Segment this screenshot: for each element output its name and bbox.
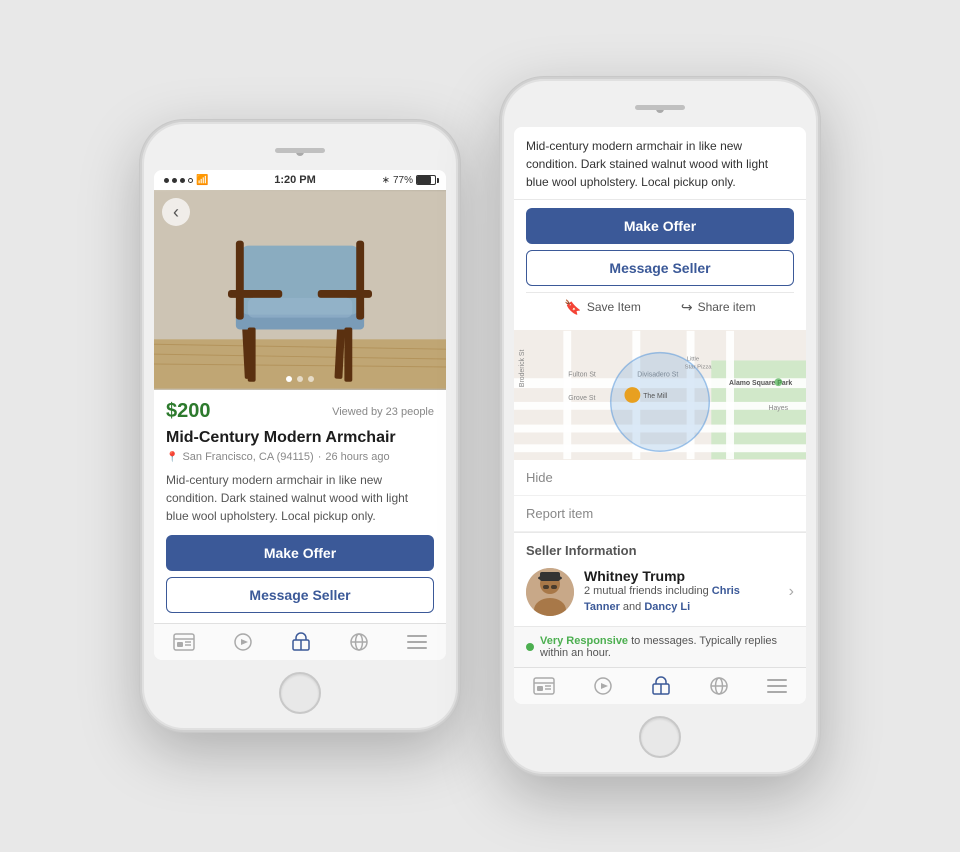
phone-1: 📶 1:20 PM ∗ 77% ‹	[140, 120, 460, 732]
home-button-1[interactable]	[279, 672, 321, 714]
screen-2: Mid-century modern armchair in like new …	[514, 127, 806, 704]
report-button[interactable]: Report item	[514, 496, 806, 532]
share-icon: ↪	[681, 299, 693, 316]
separator: ·	[318, 451, 322, 463]
signal-dot	[172, 178, 177, 183]
detail-actions: Make Offer Message Seller 🔖 Save Item ↪ …	[514, 200, 806, 330]
scene: 📶 1:20 PM ∗ 77% ‹	[120, 57, 840, 796]
nav-globe-1[interactable]	[349, 632, 369, 652]
product-info: $200 Viewed by 23 people Mid-Century Mod…	[154, 390, 446, 623]
product-price: $200	[166, 400, 211, 423]
wifi-icon: 📶	[196, 175, 208, 186]
svg-text:Grove St: Grove St	[568, 394, 595, 401]
save-item-button[interactable]: 🔖 Save Item	[564, 299, 640, 316]
detail-desc-text: Mid-century modern armchair in like new …	[526, 139, 768, 189]
svg-text:Fulton St: Fulton St	[568, 371, 596, 378]
phone-bottom-1	[154, 672, 446, 714]
product-meta: 📍 San Francisco, CA (94115) · 26 hours a…	[166, 451, 434, 463]
green-dot-icon	[526, 643, 534, 651]
battery-fill	[417, 176, 431, 184]
image-dots	[286, 376, 314, 382]
nav-marketplace-1[interactable]	[291, 632, 311, 652]
speaker-2	[635, 105, 685, 110]
product-time: 26 hours ago	[325, 451, 389, 463]
bottom-nav-2	[514, 667, 806, 704]
status-time-1: 1:20 PM	[274, 174, 316, 186]
responsive-label: Very Responsive	[540, 635, 628, 647]
bottom-nav-1	[154, 623, 446, 660]
svg-text:Alamo Square Park: Alamo Square Park	[729, 380, 792, 387]
seller-info: Whitney Trump 2 mutual friends including…	[584, 568, 779, 615]
chair-illustration	[154, 190, 446, 390]
seller-mutual: 2 mutual friends including Chris Tanner …	[584, 584, 779, 615]
chevron-right-icon: ›	[789, 583, 794, 601]
seller-card[interactable]: Whitney Trump 2 mutual friends including…	[526, 568, 794, 616]
nav-globe-2[interactable]	[709, 676, 729, 696]
nav-video-2[interactable]	[593, 677, 613, 695]
phone-top-1	[154, 138, 446, 166]
signal-area: 📶	[164, 175, 208, 186]
message-seller-button-1[interactable]: Message Seller	[166, 577, 434, 613]
dot-3	[308, 376, 314, 382]
bluetooth-icon: ∗	[382, 175, 390, 186]
nav-menu-2[interactable]	[767, 678, 787, 694]
hide-report-section: Hide Report item	[514, 460, 806, 533]
nav-news-2[interactable]	[533, 677, 555, 695]
bookmark-icon: 🔖	[564, 299, 581, 316]
mutual-friend-2: Dancy Li	[644, 601, 690, 613]
responsive-badge: Very Responsive to messages. Typically r…	[514, 626, 806, 667]
dot-2	[297, 376, 303, 382]
svg-text:Little: Little	[687, 356, 700, 362]
back-button[interactable]: ‹	[162, 198, 190, 226]
battery-area-1: ∗ 77%	[382, 175, 436, 186]
dot-1	[286, 376, 292, 382]
svg-text:The Mill: The Mill	[643, 392, 668, 399]
map-container[interactable]: Fulton St Grove St Broderick St Divisade…	[514, 330, 806, 460]
phone-bottom-2	[514, 716, 806, 758]
seller-avatar	[526, 568, 574, 616]
nav-marketplace-2[interactable]	[651, 676, 671, 696]
speaker-1	[275, 148, 325, 153]
signal-dot	[164, 178, 169, 183]
save-label: Save Item	[587, 300, 641, 314]
svg-text:Broderick St: Broderick St	[519, 349, 526, 387]
seller-name: Whitney Trump	[584, 568, 779, 584]
signal-dot	[180, 178, 185, 183]
product-title: Mid-Century Modern Armchair	[166, 429, 434, 447]
nav-news-1[interactable]	[173, 633, 195, 651]
seller-section: Seller Information	[514, 533, 806, 626]
svg-text:Star Pizza: Star Pizza	[685, 364, 713, 370]
make-offer-button-2[interactable]: Make Offer	[526, 208, 794, 244]
hide-button[interactable]: Hide	[514, 460, 806, 496]
product-location: San Francisco, CA (94115)	[182, 451, 313, 463]
signal-dot	[188, 178, 193, 183]
save-share-row: 🔖 Save Item ↪ Share item	[526, 292, 794, 322]
share-item-button[interactable]: ↪ Share item	[681, 299, 756, 316]
price-row: $200 Viewed by 23 people	[166, 400, 434, 423]
battery-percent: 77%	[393, 175, 413, 186]
message-seller-button-2[interactable]: Message Seller	[526, 250, 794, 286]
home-button-2[interactable]	[639, 716, 681, 758]
detail-description: Mid-century modern armchair in like new …	[514, 127, 806, 200]
status-bar-1: 📶 1:20 PM ∗ 77%	[154, 170, 446, 190]
product-image-container: ‹	[154, 190, 446, 390]
battery-icon	[416, 175, 436, 185]
nav-menu-1[interactable]	[407, 634, 427, 650]
screen-1: 📶 1:20 PM ∗ 77% ‹	[154, 170, 446, 660]
svg-text:Hayes: Hayes	[769, 404, 789, 411]
phone-top-2	[514, 95, 806, 123]
map-svg: Fulton St Grove St Broderick St Divisade…	[514, 330, 806, 460]
share-label: Share item	[698, 300, 756, 314]
seller-section-title: Seller Information	[526, 543, 794, 558]
phone-2: Mid-century modern armchair in like new …	[500, 77, 820, 776]
product-views: Viewed by 23 people	[332, 406, 434, 418]
nav-video-1[interactable]	[233, 633, 253, 651]
location-icon: 📍	[166, 452, 178, 463]
product-description: Mid-century modern armchair in like new …	[166, 471, 434, 525]
make-offer-button-1[interactable]: Make Offer	[166, 535, 434, 571]
